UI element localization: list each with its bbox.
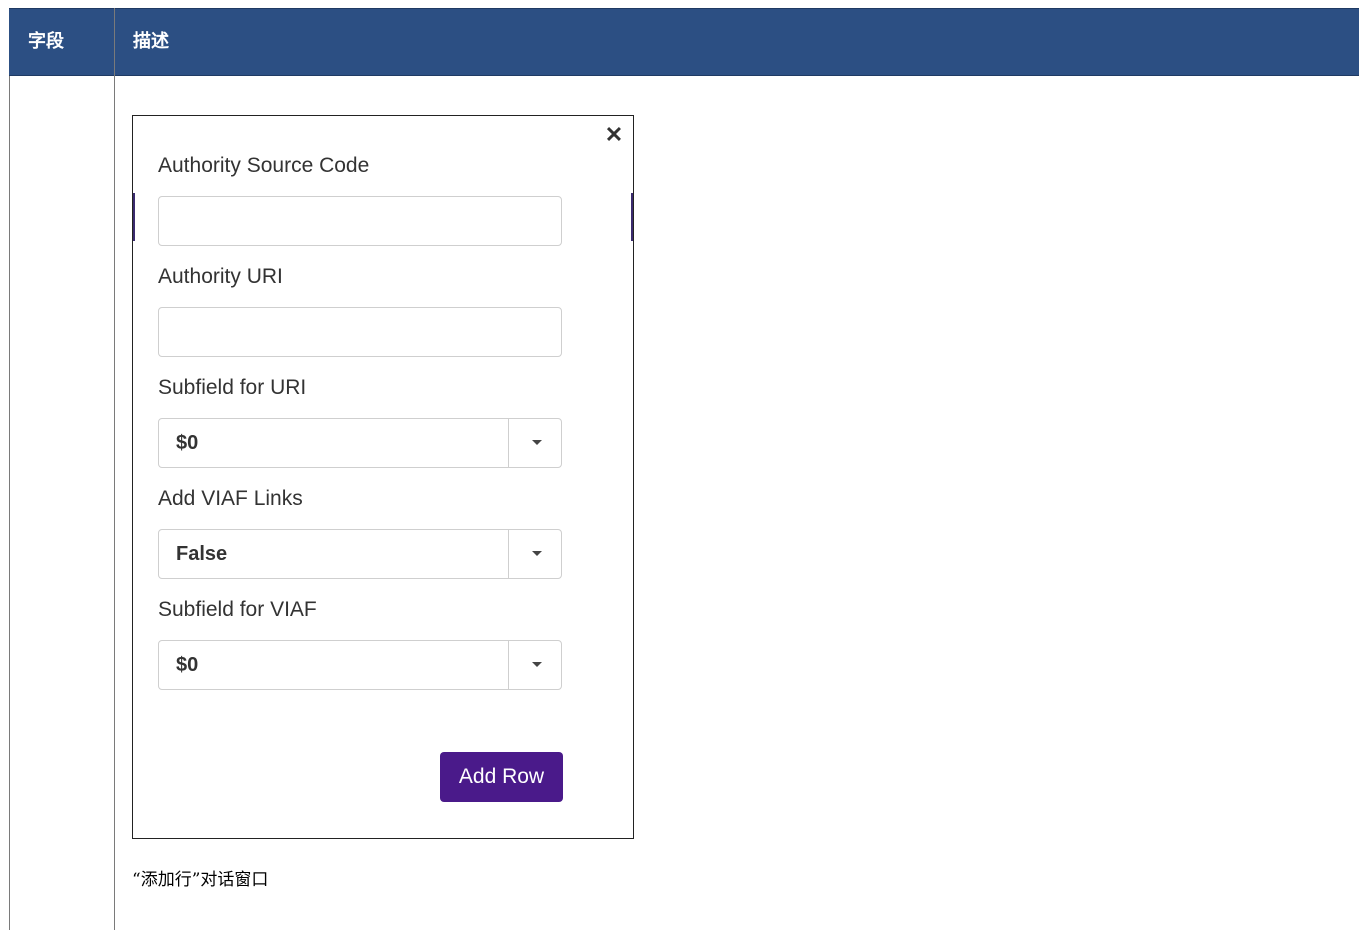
select-divider: [508, 641, 509, 689]
subfield-for-viaf-select[interactable]: $0: [158, 640, 562, 690]
add-row-dialog: ✕ Authority Source Code Authority URI Su…: [132, 115, 634, 839]
authority-source-code-input[interactable]: [158, 196, 562, 246]
close-icon[interactable]: ✕: [604, 123, 624, 147]
authority-uri-label: Authority URI: [158, 265, 283, 288]
dialog-accent-right: [631, 193, 633, 241]
select-divider: [508, 530, 509, 578]
add-viaf-links-value: False: [176, 543, 228, 565]
dialog-caption: “添加行”对话窗口: [132, 870, 269, 890]
subfield-for-uri-label: Subfield for URI: [158, 376, 307, 399]
add-viaf-links-label: Add VIAF Links: [158, 487, 303, 510]
header-description: 描述: [133, 31, 169, 52]
chevron-down-icon[interactable]: [532, 662, 542, 667]
chevron-down-icon[interactable]: [532, 440, 542, 445]
subfield-for-uri-value: $0: [176, 432, 199, 454]
add-row-button[interactable]: Add Row: [440, 752, 563, 802]
authority-uri-input[interactable]: [158, 307, 562, 357]
column-divider: [114, 8, 115, 930]
subfield-for-viaf-label: Subfield for VIAF: [158, 598, 317, 621]
add-viaf-links-select[interactable]: False: [158, 529, 562, 579]
dialog-accent-left: [133, 193, 135, 241]
chevron-down-icon[interactable]: [532, 551, 542, 556]
select-divider: [508, 419, 509, 467]
authority-source-code-label: Authority Source Code: [158, 154, 370, 177]
table-left-border: [9, 76, 10, 930]
table-header-row: 字段 描述: [9, 8, 1359, 76]
subfield-for-viaf-value: $0: [176, 654, 199, 676]
header-field: 字段: [28, 31, 64, 52]
subfield-for-uri-select[interactable]: $0: [158, 418, 562, 468]
